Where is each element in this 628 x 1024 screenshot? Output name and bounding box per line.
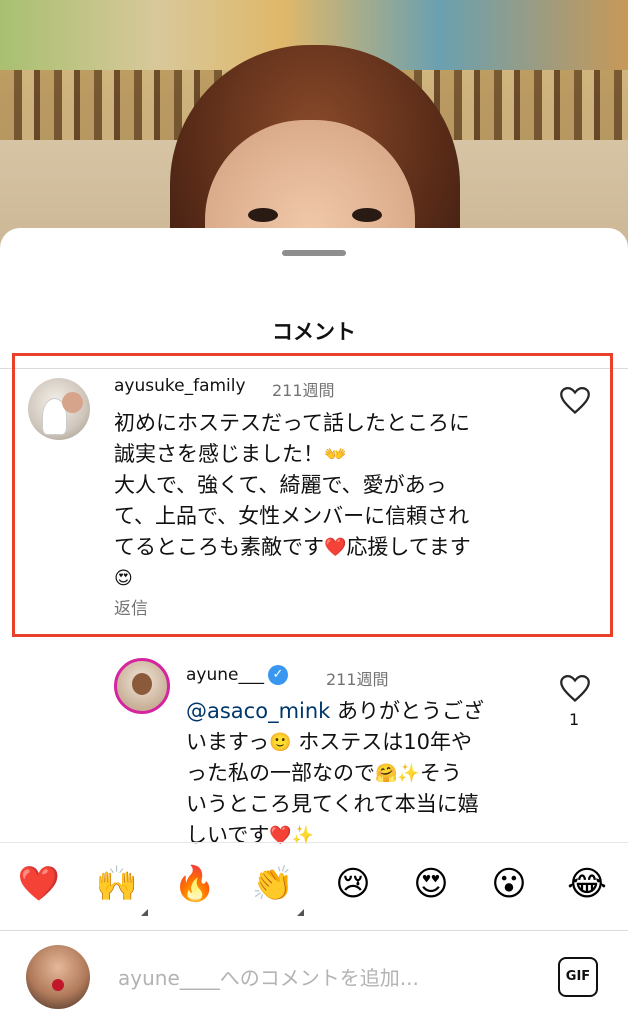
gif-button[interactable]: GIF — [558, 957, 598, 997]
comment-time: 211週間 — [326, 670, 389, 689]
avatar[interactable] — [114, 658, 170, 714]
heart-icon[interactable]: ❤️ — [16, 861, 62, 907]
surprised-icon[interactable]: 😮 — [486, 861, 532, 907]
avatar-figure — [62, 392, 84, 414]
comment-input[interactable] — [118, 961, 518, 995]
crying-icon[interactable]: 😢 — [330, 861, 376, 907]
comment-username[interactable]: ayusuke_family — [114, 376, 246, 396]
comment-line: いうところ見てくれて本当に嬉 — [186, 792, 479, 816]
heart-eyes-icon: 😍 — [114, 568, 133, 589]
live-video-background — [0, 0, 628, 260]
mention-link[interactable]: @asaco_mink — [186, 699, 330, 723]
skin-tone-indicator — [297, 909, 304, 916]
like-heart-icon[interactable] — [560, 674, 590, 702]
comment-username[interactable]: ayune___ ✓ — [186, 665, 292, 685]
comment-line: て、上品で、女性メンバーに信頼され — [114, 504, 470, 528]
drag-handle[interactable] — [282, 250, 346, 256]
reply-button[interactable]: 返信 — [114, 594, 148, 619]
comment-line: 大人で、強くて、綺麗で、愛があっ — [114, 473, 447, 497]
comment-body: 初めにホステスだって話したところに 誠実さを感じました！👐 大人で、強くて、綺麗… — [114, 408, 544, 594]
clap-icon: 👐 — [324, 444, 347, 465]
comment-line: 初めにホステスだって話したところに — [114, 411, 470, 435]
comment-line: てるところも素敵です❤️応援してます — [114, 535, 471, 559]
person-eye-right — [352, 208, 382, 222]
emoji-quick-bar: ❤️ 🙌 🔥 👏 😢 😍 😮 😂 — [0, 842, 628, 930]
my-avatar[interactable] — [26, 945, 90, 1009]
avatar-figure — [132, 673, 152, 695]
comment-line: 誠実さを感じました！👐 — [114, 442, 347, 466]
comment-line: いますっ🙂 ホステスは10年や — [186, 730, 472, 754]
person-eye-left — [248, 208, 278, 222]
comment-line: 😍 — [114, 563, 544, 594]
hug-icon: 🤗 — [375, 763, 398, 784]
smile-icon: 🙂 — [269, 732, 292, 753]
skin-tone-indicator — [141, 909, 148, 916]
like-count: 1 — [569, 710, 580, 729]
comment-line: った私の一部なので🤗✨そう — [186, 761, 462, 785]
comment-time: 211週間 — [272, 381, 335, 400]
like-heart-icon[interactable] — [560, 386, 590, 414]
rose-icon — [52, 979, 64, 991]
fire-icon[interactable]: 🔥 — [172, 861, 218, 907]
comment-body: @asaco_mink ありがとうござ いますっ🙂 ホステスは10年や った私の… — [186, 696, 546, 851]
verified-badge-icon: ✓ — [268, 665, 288, 685]
sheet-title: コメント — [272, 320, 356, 344]
heart-eyes-icon[interactable]: 😍 — [408, 861, 454, 907]
red-heart-icon: ❤️ — [324, 537, 347, 558]
raised-hands-icon[interactable]: 🙌 — [94, 861, 140, 907]
sparkles-icon: ✨ — [397, 763, 420, 784]
laughing-icon[interactable]: 😂 — [564, 861, 610, 907]
comment-input-bar: GIF — [0, 930, 628, 1024]
clap-icon[interactable]: 👏 — [250, 861, 296, 907]
avatar[interactable] — [28, 378, 90, 440]
comment-line: @asaco_mink ありがとうござ — [186, 699, 485, 723]
